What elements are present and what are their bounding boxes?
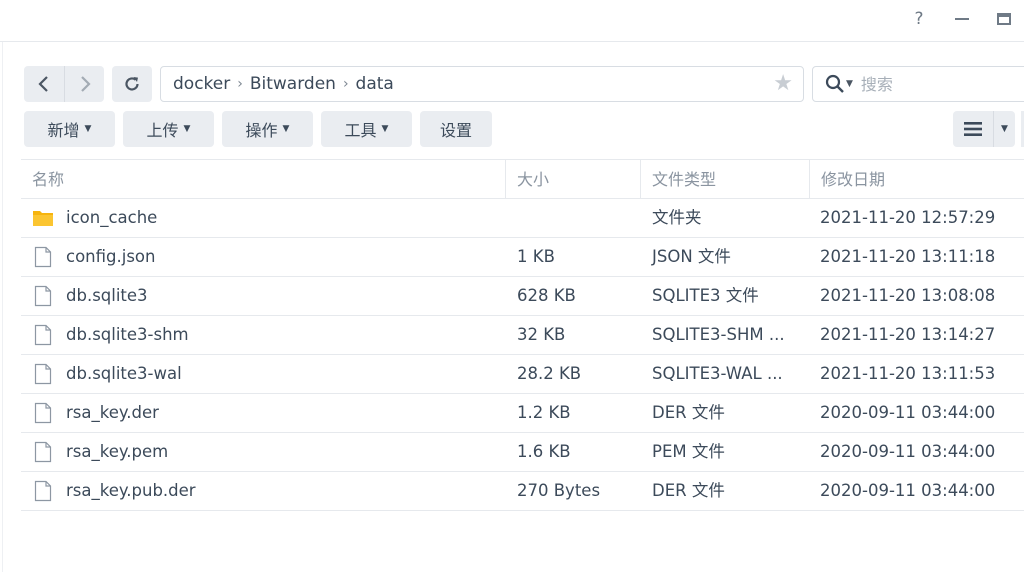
star-icon[interactable]: ★: [773, 72, 793, 96]
file-table: 名称 大小 文件类型 修改日期 icon_cache 文件夹 2021-11-2…: [21, 159, 1024, 511]
table-row[interactable]: config.json 1 KB JSON 文件 2021-11-20 13:1…: [21, 238, 1024, 277]
tools-button[interactable]: 工具 ▼: [321, 111, 412, 147]
file-size: 28.2 KB: [517, 364, 582, 383]
file-name: rsa_key.pem: [66, 442, 169, 461]
file-modified: 2020-09-11 03:44:00: [820, 403, 996, 422]
new-label: 新增: [47, 121, 80, 140]
breadcrumb-docker[interactable]: docker: [173, 74, 230, 94]
chevron-right-icon: ›: [342, 76, 349, 92]
column-header-type[interactable]: 文件类型: [640, 160, 809, 199]
folder-icon: [33, 211, 53, 226]
list-view-button[interactable]: [953, 111, 993, 147]
file-name: config.json: [66, 247, 156, 266]
search-box[interactable]: ▼: [812, 66, 1024, 102]
operate-button[interactable]: 操作 ▼: [222, 111, 313, 147]
file-icon: [34, 402, 52, 424]
file-type: SQLITE3-WAL ...: [652, 364, 783, 383]
chevron-right-icon: ›: [237, 76, 243, 92]
path-bar[interactable]: docker › Bitwarden › data ★: [160, 66, 804, 102]
upload-label: 上传: [146, 121, 179, 140]
file-icon: [34, 363, 52, 385]
file-icon: [34, 285, 52, 307]
chevron-down-icon: ▼: [282, 124, 290, 134]
file-size: 1.2 KB: [517, 403, 571, 422]
file-size: 32 KB: [517, 325, 566, 344]
file-type: JSON 文件: [652, 247, 731, 266]
minimize-icon[interactable]: [948, 6, 976, 32]
breadcrumb-bitwarden[interactable]: Bitwarden: [250, 74, 336, 94]
chevron-down-icon: ▼: [84, 124, 92, 134]
file-name: rsa_key.pub.der: [66, 481, 196, 500]
left-border: [2, 42, 3, 572]
history-nav: [24, 66, 104, 102]
file-name: db.sqlite3-wal: [66, 364, 182, 383]
upload-button[interactable]: 上传 ▼: [123, 111, 214, 147]
settings-label: 设置: [439, 121, 472, 140]
table-row[interactable]: db.sqlite3-shm 32 KB SQLITE3-SHM ... 202…: [21, 316, 1024, 355]
table-row[interactable]: rsa_key.der 1.2 KB DER 文件 2020-09-11 03:…: [21, 394, 1024, 433]
file-modified: 2020-09-11 03:44:00: [820, 481, 996, 500]
refresh-button[interactable]: [112, 66, 152, 102]
file-modified: 2021-11-20 13:08:08: [820, 286, 996, 305]
file-icon: [34, 324, 52, 346]
file-icon: [34, 441, 52, 463]
table-row[interactable]: icon_cache 文件夹 2021-11-20 12:57:29: [21, 199, 1024, 238]
chevron-down-icon: ▼: [183, 124, 191, 134]
settings-button[interactable]: 设置: [420, 111, 492, 147]
help-icon[interactable]: ?: [905, 6, 933, 32]
back-button[interactable]: [24, 66, 64, 102]
chevron-right-icon: [80, 76, 91, 92]
breadcrumb-data[interactable]: data: [356, 74, 394, 94]
table-header: 名称 大小 文件类型 修改日期: [21, 159, 1024, 199]
window-title-bar: ?: [0, 0, 1024, 42]
file-size: 1 KB: [517, 247, 555, 266]
chevron-down-icon: ▼: [381, 124, 389, 134]
file-modified: 2021-11-20 13:11:53: [820, 364, 996, 383]
column-header-modified[interactable]: 修改日期: [809, 160, 1024, 199]
table-row[interactable]: rsa_key.pem 1.6 KB PEM 文件 2020-09-11 03:…: [21, 433, 1024, 472]
new-button[interactable]: 新增 ▼: [24, 111, 115, 147]
file-name: db.sqlite3: [66, 286, 148, 305]
file-icon: [34, 480, 52, 502]
tools-label: 工具: [344, 121, 377, 140]
table-row[interactable]: db.sqlite3-wal 28.2 KB SQLITE3-WAL ... 2…: [21, 355, 1024, 394]
chevron-down-icon: ▼: [1001, 124, 1008, 134]
file-type: SQLITE3-SHM ...: [652, 325, 785, 344]
maximize-icon[interactable]: [990, 6, 1018, 32]
file-icon: [34, 246, 52, 268]
chevron-down-icon[interactable]: ▼: [846, 79, 853, 89]
list-view-icon: [964, 122, 982, 136]
file-type: PEM 文件: [652, 442, 725, 461]
file-modified: 2021-11-20 13:14:27: [820, 325, 996, 344]
file-name: db.sqlite3-shm: [66, 325, 189, 344]
file-modified: 2021-11-20 13:11:18: [820, 247, 996, 266]
table-row[interactable]: rsa_key.pub.der 270 Bytes DER 文件 2020-09…: [21, 472, 1024, 511]
forward-button[interactable]: [64, 66, 104, 102]
file-modified: 2021-11-20 12:57:29: [820, 208, 996, 227]
file-size: 1.6 KB: [517, 442, 571, 461]
file-modified: 2020-09-11 03:44:00: [820, 442, 996, 461]
file-type: DER 文件: [652, 403, 725, 422]
table-row[interactable]: db.sqlite3 628 KB SQLITE3 文件 2021-11-20 …: [21, 277, 1024, 316]
view-dropdown-button[interactable]: ▼: [993, 111, 1015, 147]
file-type: 文件夹: [652, 208, 702, 227]
refresh-icon: [125, 77, 139, 91]
chevron-left-icon: [38, 76, 48, 92]
file-name: rsa_key.der: [66, 403, 159, 422]
search-icon[interactable]: [825, 74, 845, 94]
column-header-name[interactable]: 名称: [32, 160, 64, 199]
file-type: DER 文件: [652, 481, 725, 500]
view-mode-switch: ▼: [953, 111, 1015, 147]
file-name: icon_cache: [66, 208, 158, 227]
file-size: 628 KB: [517, 286, 576, 305]
search-input[interactable]: [860, 74, 1001, 94]
operate-label: 操作: [245, 121, 278, 140]
file-type: SQLITE3 文件: [652, 286, 759, 305]
file-size: 270 Bytes: [517, 481, 601, 500]
column-header-size[interactable]: 大小: [505, 160, 640, 199]
